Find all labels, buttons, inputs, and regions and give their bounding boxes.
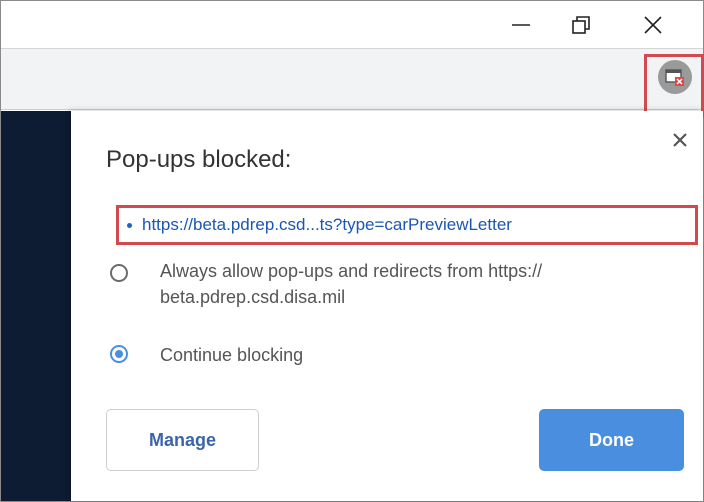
blocked-url-link[interactable]: https://beta.pdrep.csd...ts?type=carPrev… (116, 205, 698, 245)
always-allow-label[interactable]: Always allow pop-ups and redirects from … (160, 258, 690, 310)
manage-button[interactable]: Manage (106, 409, 259, 471)
close-icon (644, 15, 662, 34)
minimize-icon (512, 23, 530, 26)
popup-blocked-icon (665, 69, 684, 86)
continue-blocking-label[interactable]: Continue blocking (160, 342, 303, 368)
bullet-icon (127, 222, 132, 228)
blocked-url-text[interactable]: https://beta.pdrep.csd...ts?type=carPrev… (142, 215, 512, 235)
popup-blocked-button[interactable] (658, 60, 692, 94)
always-allow-radio[interactable] (110, 264, 128, 282)
restore-button[interactable] (551, 1, 611, 48)
minimize-button[interactable] (491, 1, 551, 48)
window-title-bar (1, 1, 703, 48)
browser-toolbar (1, 48, 703, 110)
bubble-close-button[interactable] (665, 125, 695, 155)
restore-icon (572, 15, 590, 34)
done-button[interactable]: Done (539, 409, 684, 471)
continue-blocking-radio[interactable] (110, 345, 128, 363)
window-close-button[interactable] (623, 1, 683, 48)
page-background (1, 111, 71, 501)
bubble-title: Pop-ups blocked: (106, 146, 292, 173)
close-icon (673, 133, 687, 147)
